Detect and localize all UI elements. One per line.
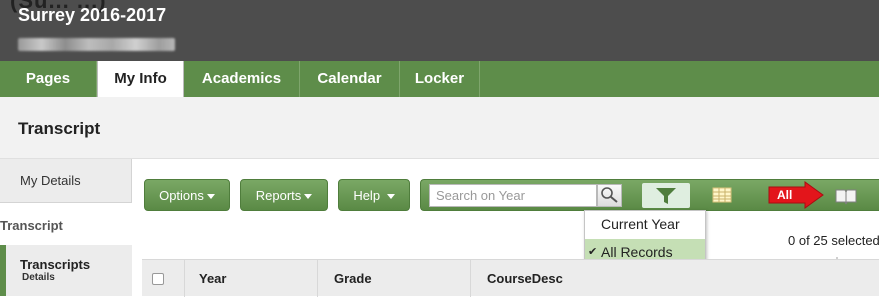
user-name-redacted xyxy=(18,38,175,51)
table-header: Year Grade CourseDesc xyxy=(142,259,879,297)
search-input[interactable]: Search on Year xyxy=(429,184,597,207)
selected-count: 0 of 25 selected xyxy=(788,233,879,248)
reports-button-label: Reports xyxy=(255,188,302,203)
tab-my-info[interactable]: My Info xyxy=(97,61,184,99)
select-all-checkbox[interactable] xyxy=(152,273,164,285)
search-button[interactable] xyxy=(597,184,622,207)
search-toolbar: Search on Year All xyxy=(420,179,879,211)
chevron-down-icon xyxy=(304,194,313,200)
filter-button[interactable] xyxy=(642,183,690,208)
column-header-grade[interactable]: Grade xyxy=(318,260,471,297)
side-item-details-label: Details xyxy=(22,272,55,283)
help-button[interactable]: Help xyxy=(338,179,410,211)
options-button[interactable]: Options xyxy=(144,179,230,211)
all-badge-label: All xyxy=(777,188,793,202)
side-item-my-details[interactable]: My Details xyxy=(0,159,132,203)
column-header-coursedesc[interactable]: CourseDesc xyxy=(471,260,879,297)
tab-pages[interactable]: Pages xyxy=(0,61,97,97)
tab-academics[interactable]: Academics xyxy=(184,61,300,97)
chevron-down-icon xyxy=(386,194,395,200)
side-item-transcripts-label: Transcripts xyxy=(20,257,91,272)
main-content: Options Reports Help Search on Year All … xyxy=(132,159,879,297)
side-section-transcript[interactable]: Transcript xyxy=(0,215,132,239)
book-icon xyxy=(835,189,857,205)
select-all-cell xyxy=(142,260,185,297)
side-item-transcripts[interactable]: Transcripts Details xyxy=(0,245,132,296)
grid-icon xyxy=(712,187,732,203)
school-title: Surrey 2016-2017 xyxy=(18,5,167,25)
grid-view-button[interactable] xyxy=(711,185,733,205)
record-book-button[interactable] xyxy=(833,186,859,206)
page-title-bar: Transcript xyxy=(0,97,879,159)
filter-icon xyxy=(656,188,676,204)
red-arrow-icon xyxy=(768,181,824,209)
filter-option-all-records-label: All Records xyxy=(601,244,673,260)
tab-locker[interactable]: Locker xyxy=(400,61,480,97)
search-icon xyxy=(601,187,618,203)
chevron-down-icon xyxy=(206,194,215,200)
reports-button[interactable]: Reports xyxy=(240,179,328,211)
top-nav: Pages My Info Academics Calendar Locker xyxy=(0,61,879,99)
filter-option-current-year[interactable]: Current Year xyxy=(585,211,705,238)
help-button-label: Help xyxy=(353,188,381,203)
column-header-year[interactable]: Year xyxy=(185,260,318,297)
options-button-label: Options xyxy=(159,188,204,203)
tab-calendar[interactable]: Calendar xyxy=(300,61,400,97)
page-title: Transcript xyxy=(18,119,101,138)
all-records-badge: All xyxy=(767,181,825,209)
side-nav: My Details Transcript Transcripts Detail… xyxy=(0,159,132,296)
app-header: (Su... ...) Surrey 2016-2017 xyxy=(0,0,879,61)
